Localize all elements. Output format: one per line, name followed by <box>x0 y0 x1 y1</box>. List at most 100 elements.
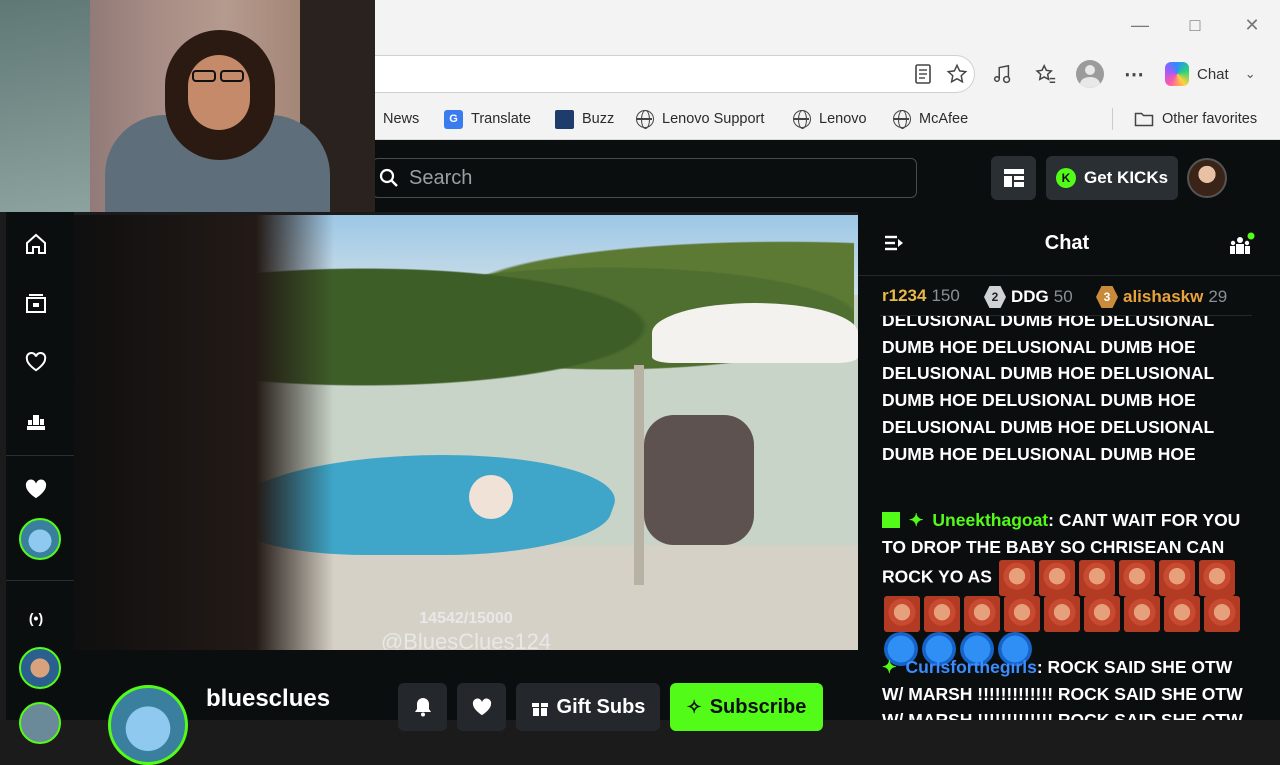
kicks-coin-icon: K <box>1056 168 1076 188</box>
other-favorites[interactable]: Other favorites <box>1134 108 1257 130</box>
copilot-chat-button[interactable]: Chat ⌄ <box>1165 57 1270 91</box>
emote-icon <box>964 596 1000 633</box>
chat-messages: DELUSIONAL DUMB HOE DELUSIONAL DUMB HOE … <box>858 316 1280 720</box>
copilot-icon <box>1165 62 1189 86</box>
chat-message: ✦ Uneekthagoat: CANT WAIT FOR YOU TO DRO… <box>882 507 1244 667</box>
chat-header-divider <box>858 275 1280 276</box>
add-favorite-star-icon[interactable] <box>943 60 971 88</box>
search-placeholder: Search <box>409 166 473 189</box>
emote-icon <box>1078 560 1115 597</box>
leader-name: DDG <box>1011 287 1049 306</box>
favorite-mcafee[interactable]: McAfee <box>893 108 968 130</box>
address-bar[interactable] <box>375 55 975 93</box>
sparkle-badge-icon: ✦ <box>882 657 897 677</box>
favorite-buzz[interactable]: Buzz <box>555 108 614 130</box>
gift-subs-label: Gift Subs <box>556 695 646 718</box>
home-icon[interactable] <box>22 230 50 258</box>
emote-icon <box>924 596 960 633</box>
favorite-lenovo-support[interactable]: Lenovo Support <box>636 108 764 130</box>
favorite-translate[interactable]: G Translate <box>444 108 531 130</box>
recommended-channel-avatar[interactable] <box>19 647 61 689</box>
favorites-icon[interactable] <box>1032 60 1060 88</box>
minimize-button[interactable]: — <box>1127 12 1153 38</box>
settings-more-icon[interactable]: ⋯ <box>1120 60 1148 88</box>
other-favorites-label: Other favorites <box>1162 111 1258 127</box>
sidebar-divider <box>6 455 74 456</box>
subscribe-button[interactable]: ✧ Subscribe <box>670 683 823 731</box>
get-kicks-button[interactable]: K Get KICKs <box>1046 156 1178 200</box>
dashboard-icon <box>1003 169 1024 187</box>
browse-icon[interactable] <box>22 289 50 317</box>
channel-name: bluesclues <box>206 685 331 712</box>
message-text: DELUSIONAL DUMB HOE DELUSIONAL DUMB HOE … <box>882 316 1214 464</box>
heart-icon <box>472 698 491 716</box>
emote-icon <box>884 596 920 633</box>
leader-count: 50 <box>1053 287 1073 306</box>
chat-title: Chat <box>1044 232 1090 254</box>
stream-watermark: @BluesClues124 <box>380 629 552 650</box>
followed-channel-avatar[interactable] <box>19 518 61 560</box>
profile-icon[interactable] <box>1076 60 1104 88</box>
webcam-overlay <box>0 0 375 212</box>
favorite-label: News <box>383 111 420 127</box>
chat-username[interactable]: Uneekthagoat <box>932 510 1048 530</box>
folder-icon <box>1134 112 1154 127</box>
sparkle-icon: ✧ <box>686 696 702 717</box>
emote-icon <box>1084 596 1120 633</box>
leader-count: 150 <box>931 286 960 305</box>
collapse-chat-icon[interactable] <box>884 234 904 257</box>
chat-leader-1[interactable]: r1234 150 <box>882 286 960 306</box>
emote-icon <box>1124 596 1160 633</box>
leader-name: r1234 <box>882 286 927 305</box>
close-window-button[interactable]: ✕ <box>1239 12 1265 38</box>
followed-channels-heart-icon <box>22 475 50 503</box>
favorites-divider <box>1112 108 1113 130</box>
media-control-icon[interactable] <box>988 60 1016 88</box>
chat-users-icon[interactable] <box>1229 232 1255 261</box>
emote-icon <box>998 560 1035 597</box>
recommended-channel-avatar[interactable] <box>19 702 61 744</box>
following-heart-icon[interactable] <box>22 348 50 376</box>
notifications-button[interactable] <box>398 683 447 731</box>
get-kicks-label: Get KICKs <box>1084 168 1169 187</box>
leader-count: 29 <box>1208 287 1228 306</box>
gift-badge-icon <box>882 512 900 528</box>
search-icon <box>379 168 398 187</box>
copilot-label: Chat <box>1197 65 1229 83</box>
favorite-label: McAfee <box>919 111 969 127</box>
gift-icon <box>531 703 548 716</box>
dashboard-button[interactable] <box>991 156 1036 200</box>
follow-button[interactable] <box>457 683 506 731</box>
reader-view-icon[interactable] <box>909 60 937 88</box>
globe-icon <box>893 110 911 129</box>
emote-icon <box>1044 596 1080 633</box>
subscribe-label: Subscribe <box>709 695 807 718</box>
globe-icon <box>636 110 654 129</box>
chevron-down-icon: ⌄ <box>1244 66 1256 81</box>
emote-icon <box>1038 560 1075 597</box>
live-broadcast-icon: (•) <box>28 610 44 626</box>
favorite-label: Lenovo Support <box>662 111 765 127</box>
translate-icon: G <box>444 109 463 129</box>
rank-3-badge-icon: 3 <box>1096 286 1118 308</box>
gift-subs-button[interactable]: Gift Subs <box>516 683 660 731</box>
chat-leader-3[interactable]: 3 alishaskw 29 <box>1096 286 1227 308</box>
chat-message: ✦ Curlsforthegirls: ROCK SAID SHE OTW W/… <box>882 654 1244 720</box>
maximize-button[interactable]: □ <box>1182 12 1208 38</box>
chat-username[interactable]: Curlsforthegirls <box>906 657 1037 677</box>
emote-icon <box>1198 560 1235 597</box>
leaderboard-icon[interactable] <box>22 407 50 435</box>
channel-avatar[interactable] <box>108 685 188 765</box>
user-avatar[interactable] <box>1187 158 1227 198</box>
chat-leader-2[interactable]: 2 DDG 50 <box>984 286 1073 308</box>
favorite-lenovo[interactable]: Lenovo <box>793 108 867 130</box>
emote-icon <box>1158 560 1195 597</box>
favorite-label: Buzz <box>582 111 615 127</box>
favorite-news[interactable]: News <box>383 108 419 130</box>
search-input[interactable]: Search <box>372 158 917 198</box>
video-player[interactable]: 14542/15000 @BluesClues124 <box>74 215 858 650</box>
emote-icon <box>1164 596 1200 633</box>
favorite-label: Lenovo <box>819 111 867 127</box>
emote-icon <box>1204 596 1240 633</box>
sidebar-divider <box>6 580 74 581</box>
